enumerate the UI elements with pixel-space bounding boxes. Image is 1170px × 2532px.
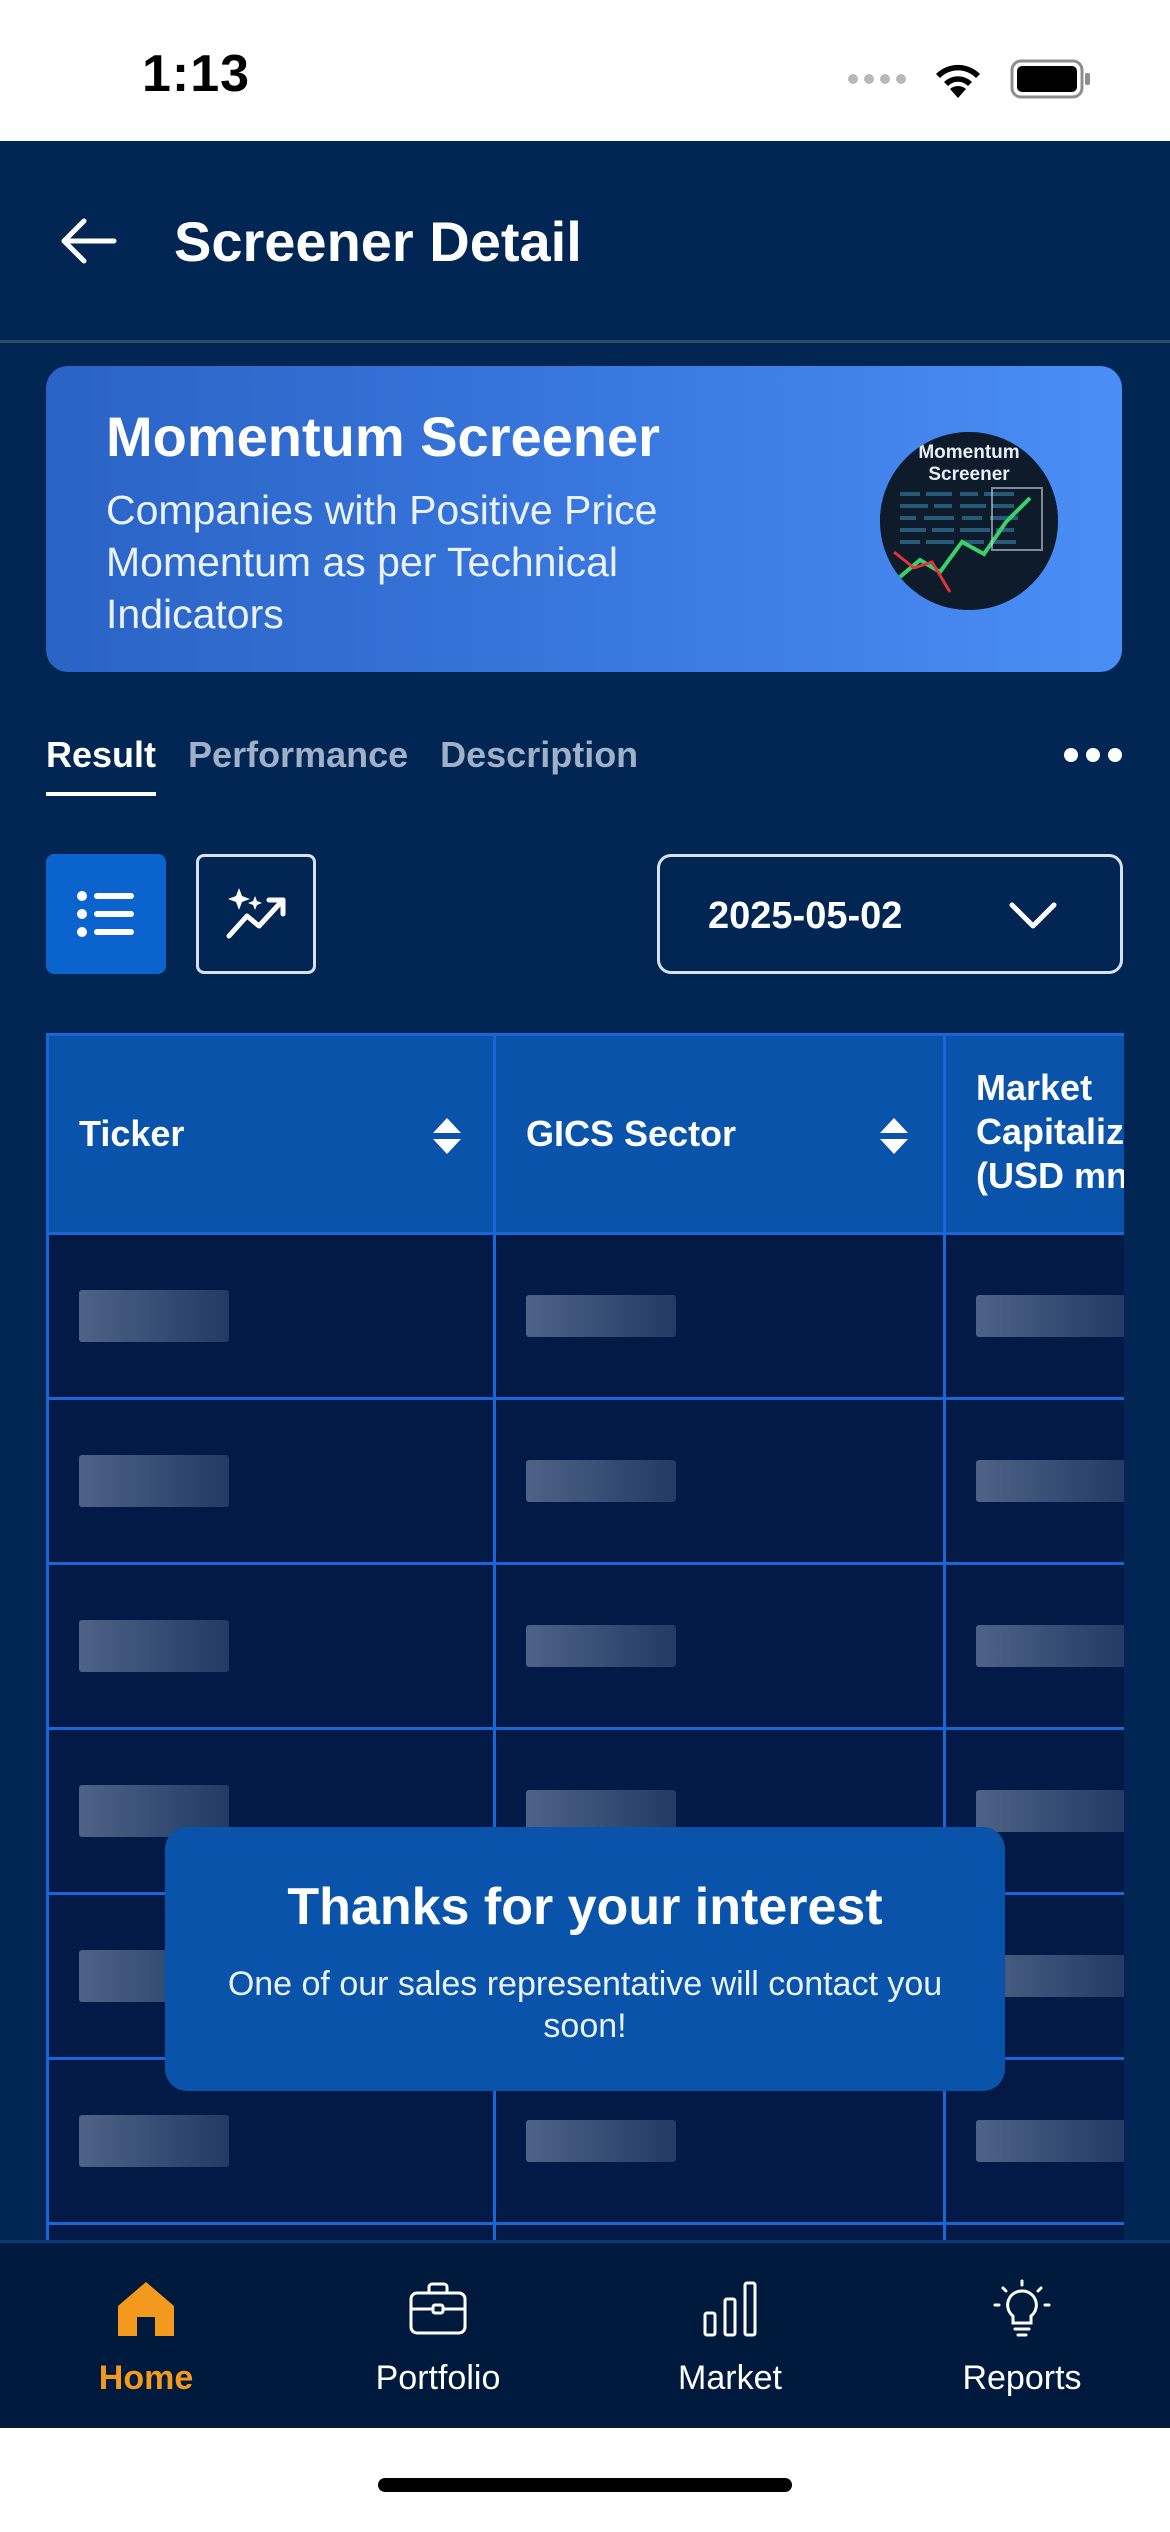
- skeleton-placeholder: [526, 1295, 676, 1337]
- status-time: 1:13: [142, 45, 251, 103]
- page-title: Screener Detail: [174, 210, 582, 273]
- sort-icon[interactable]: [878, 1116, 910, 1156]
- date-value: 2025-05-02: [708, 895, 903, 937]
- lightbulb-icon: [993, 2279, 1051, 2337]
- nav-label: Market: [678, 2359, 782, 2397]
- home-indicator[interactable]: [378, 2478, 792, 2492]
- chart-view-button[interactable]: [196, 854, 316, 974]
- column-label: Market Capitaliz (USD mn: [976, 1067, 1124, 1196]
- more-options-icon[interactable]: [1064, 748, 1122, 762]
- skeleton-placeholder: [976, 1460, 1124, 1502]
- skeleton-placeholder: [976, 1625, 1124, 1667]
- sort-icon[interactable]: [431, 1116, 463, 1156]
- home-indicator-area: [0, 2428, 1170, 2532]
- toast-title: Thanks for your interest: [287, 1878, 883, 1936]
- skeleton-placeholder: [976, 1295, 1124, 1337]
- column-label: Ticker: [79, 1113, 185, 1154]
- home-icon: [118, 2282, 174, 2336]
- battery-icon: [1010, 59, 1092, 99]
- nav-market[interactable]: Market: [584, 2243, 876, 2431]
- bar-chart-icon: [703, 2281, 757, 2337]
- skeleton-placeholder: [79, 2115, 229, 2167]
- skeleton-placeholder: [79, 1620, 229, 1672]
- status-bar: 1:13: [0, 0, 1170, 141]
- nav-home[interactable]: Home: [0, 2243, 292, 2431]
- skeleton-placeholder: [526, 1790, 676, 1832]
- sparkle-chart-icon: [226, 888, 286, 939]
- list-icon: [77, 891, 134, 937]
- screener-title: Momentum Screener: [106, 405, 660, 468]
- nav-reports[interactable]: Reports: [876, 2243, 1168, 2431]
- screener-image-label: Momentum Screener: [918, 442, 1020, 485]
- skeleton-placeholder: [976, 2120, 1124, 2162]
- tab-performance[interactable]: Performance: [188, 728, 408, 796]
- toast-message: One of our sales representative will con…: [227, 1965, 943, 2045]
- arrow-left-icon: [61, 218, 117, 264]
- screener-description: Companies with Positive Price Momentum a…: [106, 487, 658, 637]
- screener-banner: Momentum Screener Companies with Positiv…: [46, 366, 1122, 672]
- table-row[interactable]: [49, 1235, 1124, 1400]
- table-row[interactable]: [49, 1400, 1124, 1565]
- wifi-icon: [930, 58, 986, 100]
- table-row[interactable]: [49, 1565, 1124, 1730]
- date-select[interactable]: 2025-05-02: [657, 854, 1123, 974]
- briefcase-icon: [409, 2282, 467, 2335]
- skeleton-placeholder: [526, 1460, 676, 1502]
- signal-dots-icon: [848, 74, 906, 84]
- interest-toast: Thanks for your interest One of our sale…: [165, 1827, 1005, 2091]
- skeleton-placeholder: [526, 1625, 676, 1667]
- tab-description[interactable]: Description: [440, 728, 638, 796]
- nav-portfolio[interactable]: Portfolio: [292, 2243, 584, 2431]
- app-header: Screener Detail: [0, 141, 1170, 343]
- column-label: GICS Sector: [526, 1113, 737, 1154]
- status-indicators: [848, 54, 1092, 104]
- screener-image: Momentum Screener: [880, 432, 1058, 610]
- nav-label: Reports: [962, 2359, 1082, 2397]
- table-row[interactable]: [49, 2225, 1124, 2240]
- column-ticker[interactable]: Ticker: [49, 1036, 496, 1235]
- tab-bar: Result Performance Description: [46, 728, 638, 796]
- tab-result[interactable]: Result: [46, 728, 157, 796]
- nav-label: Portfolio: [375, 2359, 501, 2397]
- table-header: Ticker GICS Sector Market Capitaliz (USD…: [49, 1033, 1124, 1235]
- column-market-cap[interactable]: Market Capitaliz (USD mn: [946, 1036, 1124, 1235]
- skeleton-placeholder: [79, 1290, 229, 1342]
- skeleton-placeholder: [526, 2120, 676, 2162]
- list-view-button[interactable]: [46, 854, 166, 974]
- skeleton-placeholder: [79, 1455, 229, 1507]
- skeleton-placeholder: [976, 1790, 1124, 1832]
- back-button[interactable]: [50, 203, 126, 279]
- bottom-nav: Home Portfolio Market Reports: [0, 2240, 1170, 2428]
- chevron-down-icon: [1009, 902, 1057, 929]
- column-gics-sector[interactable]: GICS Sector: [496, 1036, 946, 1235]
- nav-label: Home: [98, 2359, 194, 2397]
